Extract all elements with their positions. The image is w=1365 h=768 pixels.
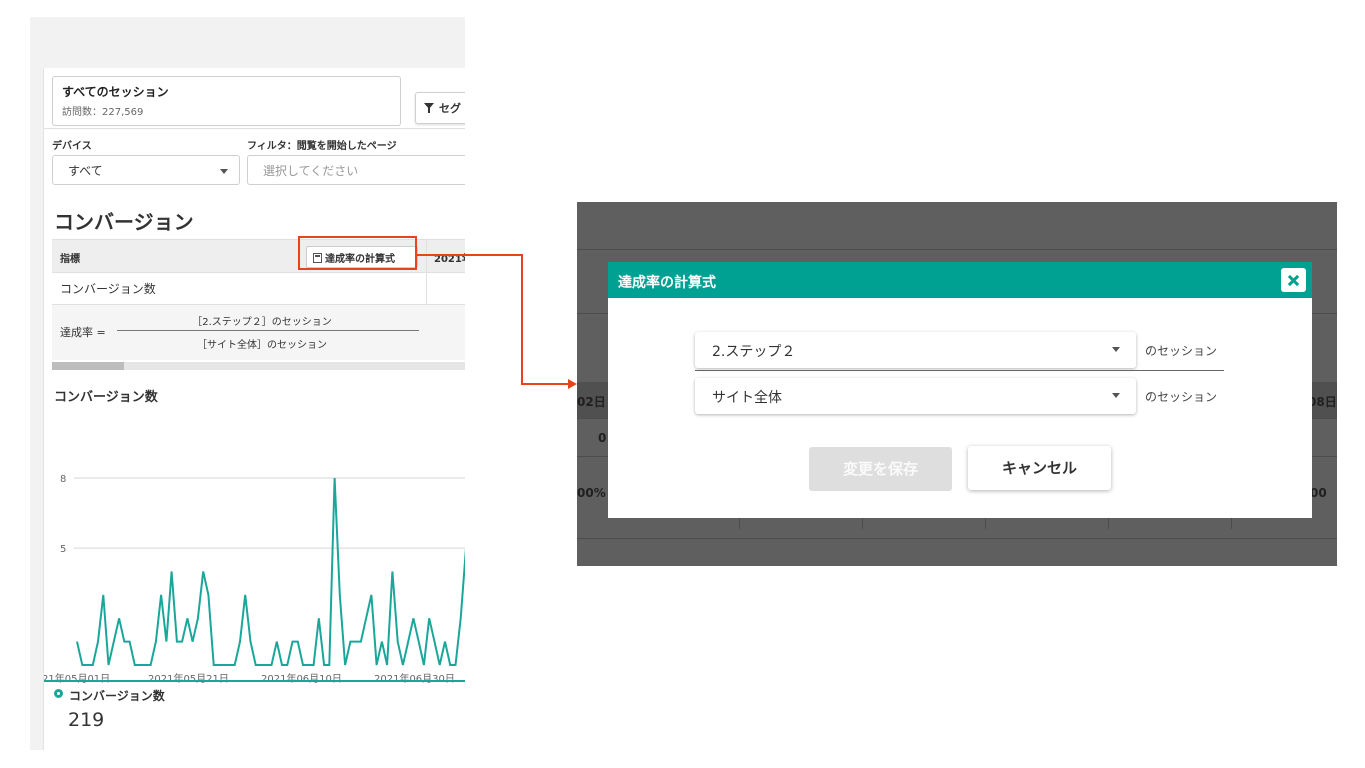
legend-divider: [44, 680, 465, 682]
bg-percent: 00%: [577, 486, 606, 500]
segment-selector[interactable]: すべてのセッション 訪問数：227,569: [52, 76, 401, 126]
horizontal-scrollbar[interactable]: [52, 362, 465, 370]
bg-col-sep: [1108, 517, 1109, 529]
x-tick-label: 2021年05月21日: [148, 672, 229, 685]
report-card: すべてのセッション 訪問数：227,569 セグ デバイス フィルタ：閲覧を開始…: [43, 68, 465, 750]
modal-header: 達成率の計算式: [608, 262, 1312, 298]
rate-label: 達成率 =: [60, 326, 106, 339]
save-button[interactable]: 変更を保存: [809, 447, 952, 491]
row-label-conversions: コンバージョン数: [60, 282, 156, 296]
series-line: [76, 477, 465, 666]
bg-col-sep: [862, 517, 863, 529]
modal-title: 達成率の計算式: [618, 275, 716, 291]
arrow-head-icon: [568, 379, 577, 389]
y-tick-label: 8: [60, 474, 66, 485]
segment-title: すべてのセッション: [62, 85, 169, 99]
page-filter-placeholder: 選択してください: [263, 164, 359, 178]
table-row: コンバージョン数: [52, 272, 465, 305]
chevron-down-icon: [1112, 347, 1120, 352]
bg-value: 0: [598, 431, 607, 445]
metric-column-header: 指標: [60, 254, 80, 265]
fraction-line: [695, 370, 1224, 371]
divider: [44, 128, 465, 129]
conversion-line-chart: 5 8 21年05月01日 2021年05月21日 2021年06月10日 2021年06…: [44, 474, 465, 685]
conversion-total: 219: [68, 709, 105, 731]
segment-button[interactable]: セグ: [415, 92, 465, 124]
date-column-header: 2021年: [434, 254, 465, 265]
chevron-down-icon: [220, 169, 228, 174]
page-filter-label: フィルタ：閲覧を開始したページ: [247, 141, 397, 152]
cancel-button[interactable]: キャンセル: [968, 446, 1111, 490]
close-button[interactable]: [1281, 268, 1306, 292]
chart-heading: コンバージョン数: [54, 390, 158, 405]
segment-visit-count: 訪問数：227,569: [62, 107, 144, 118]
denominator-select-value: サイト全体: [712, 390, 782, 406]
formula-modal: 達成率の計算式 2.ステップ２ のセッション サイト全体 のセッション 変更を保…: [608, 262, 1312, 518]
device-select[interactable]: すべて: [52, 155, 240, 185]
denominator-suffix: のセッション: [1145, 390, 1218, 404]
bg-divider: [577, 249, 1337, 250]
bg-col-sep: [739, 517, 740, 529]
bg-divider: [577, 538, 1337, 539]
legend-radio-icon[interactable]: [54, 689, 63, 698]
bg-date-label: 02日: [577, 395, 606, 409]
conversion-heading: コンバージョン: [54, 210, 194, 234]
numerator-suffix: のセッション: [1145, 344, 1218, 358]
x-tick-label: 2021年06月10日: [261, 672, 342, 685]
denominator-select[interactable]: サイト全体: [695, 378, 1136, 414]
bg-date-label: 08日: [1308, 395, 1337, 409]
bg-col-sep: [985, 517, 986, 529]
rate-numerator: ［2.ステップ２］のセッション: [192, 317, 332, 328]
analytics-panel: すべてのセッション 訪問数：227,569 セグ デバイス フィルタ：閲覧を開始…: [30, 17, 465, 750]
segment-button-label: セグ: [439, 102, 461, 115]
fraction-bar: [117, 330, 419, 331]
numerator-select-value: 2.ステップ２: [712, 344, 796, 360]
rate-denominator: ［サイト全体］のセッション: [197, 340, 327, 351]
legend-label: コンバージョン数: [69, 689, 165, 703]
modal-screenshot: 02日 0 00% 08日 00 達成率の計算式 2.ステップ２ のセッション …: [577, 202, 1337, 566]
x-tick-label: 21年05月01日: [44, 672, 110, 685]
bg-col-sep: [1231, 517, 1232, 529]
page-filter-input[interactable]: 選択してください: [247, 155, 465, 185]
device-select-value: すべて: [68, 164, 103, 178]
table-row-rate: 達成率 = ［2.ステップ２］のセッション ［サイト全体］のセッション: [52, 305, 465, 360]
numerator-select[interactable]: 2.ステップ２: [695, 332, 1136, 368]
highlight-box: [298, 236, 417, 270]
chevron-down-icon: [1112, 393, 1120, 398]
y-tick-label: 5: [60, 544, 66, 555]
x-tick-label: 2021年06月30日: [374, 672, 455, 685]
filter-icon-stem: [428, 108, 430, 113]
scrollbar-thumb[interactable]: [52, 362, 124, 370]
device-filter-label: デバイス: [52, 141, 92, 152]
bg-percent: 00: [1310, 486, 1327, 500]
